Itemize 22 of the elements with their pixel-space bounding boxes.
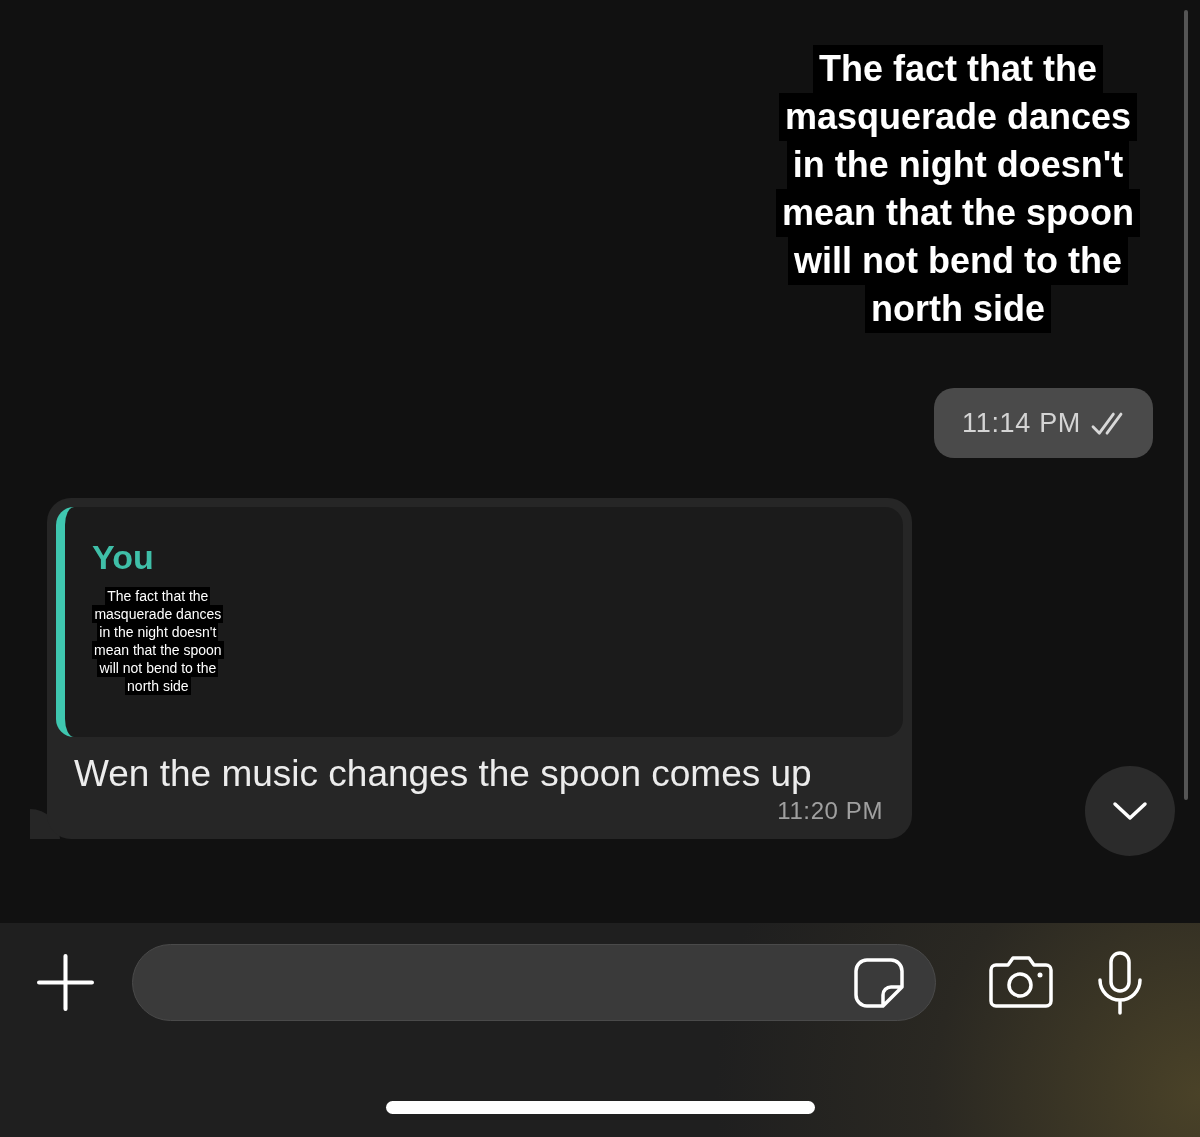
sticker-icon[interactable] (853, 956, 905, 1009)
sticker-text: will not bend to the (788, 237, 1128, 285)
microphone-icon[interactable] (1096, 950, 1144, 1016)
quoted-sticker-text: north side (125, 677, 191, 695)
sticker-text: The fact that the (813, 45, 1103, 93)
camera-icon[interactable] (988, 955, 1054, 1009)
quoted-sticker-text: masquerade dances (92, 605, 224, 623)
sticker-text: in the night doesn't (786, 141, 1130, 189)
sticker-text: mean that the spoon (776, 189, 1140, 237)
quoted-sticker-text: mean that the spoon (92, 641, 224, 659)
quoted-message[interactable]: You The fact that the masquerade dances in the night doesn't mean that the spoon will not bend to the north side (56, 507, 903, 737)
quoted-sticker-text: in the night doesn't (97, 623, 219, 641)
quoted-sticker-text: will not bend to the (97, 659, 219, 677)
chevron-down-icon (1112, 801, 1148, 821)
quote-author: You (92, 537, 154, 577)
sticker-text: north side (865, 285, 1051, 333)
sticker-text: masquerade dances (778, 93, 1138, 141)
message-time: 11:20 PM (777, 797, 883, 825)
plus-icon[interactable] (37, 954, 94, 1011)
message-time: 11:14 PM (962, 406, 1081, 440)
quoted-sticker-text: The fact that the (105, 587, 211, 605)
message-text: Wen the music changes the spoon comes up (74, 752, 813, 796)
